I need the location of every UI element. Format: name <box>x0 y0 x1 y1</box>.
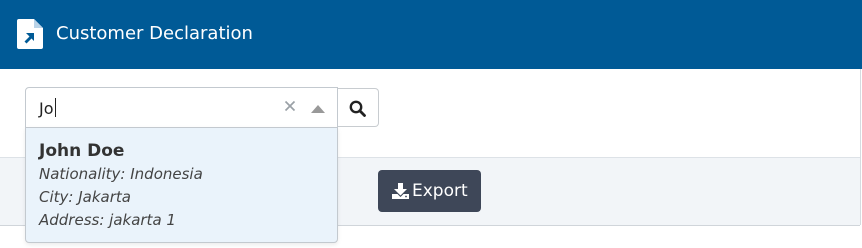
page-title: Customer Declaration <box>56 23 253 44</box>
download-icon <box>392 183 409 199</box>
search-input-value: Jo <box>39 98 56 118</box>
export-button[interactable]: Export <box>378 170 481 212</box>
text-caret <box>54 98 56 117</box>
option-name: John Doe <box>39 141 125 161</box>
option-city: City: Jakarta <box>39 188 131 206</box>
export-label: Export <box>412 181 468 201</box>
file-export-icon <box>17 19 43 49</box>
option-address: Address: jakarta 1 <box>39 211 176 229</box>
option-nationality: Nationality: Indonesia <box>39 165 203 183</box>
chevron-up-icon[interactable] <box>311 105 325 113</box>
page: Customer Declaration Export Jo John Doe … <box>0 0 862 248</box>
search-icon <box>349 100 366 117</box>
search-button[interactable] <box>337 88 379 127</box>
clear-icon[interactable] <box>284 99 296 113</box>
customer-search-input[interactable]: Jo <box>25 87 338 128</box>
customer-dropdown: John Doe Nationality: Indonesia City: Ja… <box>25 127 338 243</box>
page-header: Customer Declaration <box>0 0 862 69</box>
